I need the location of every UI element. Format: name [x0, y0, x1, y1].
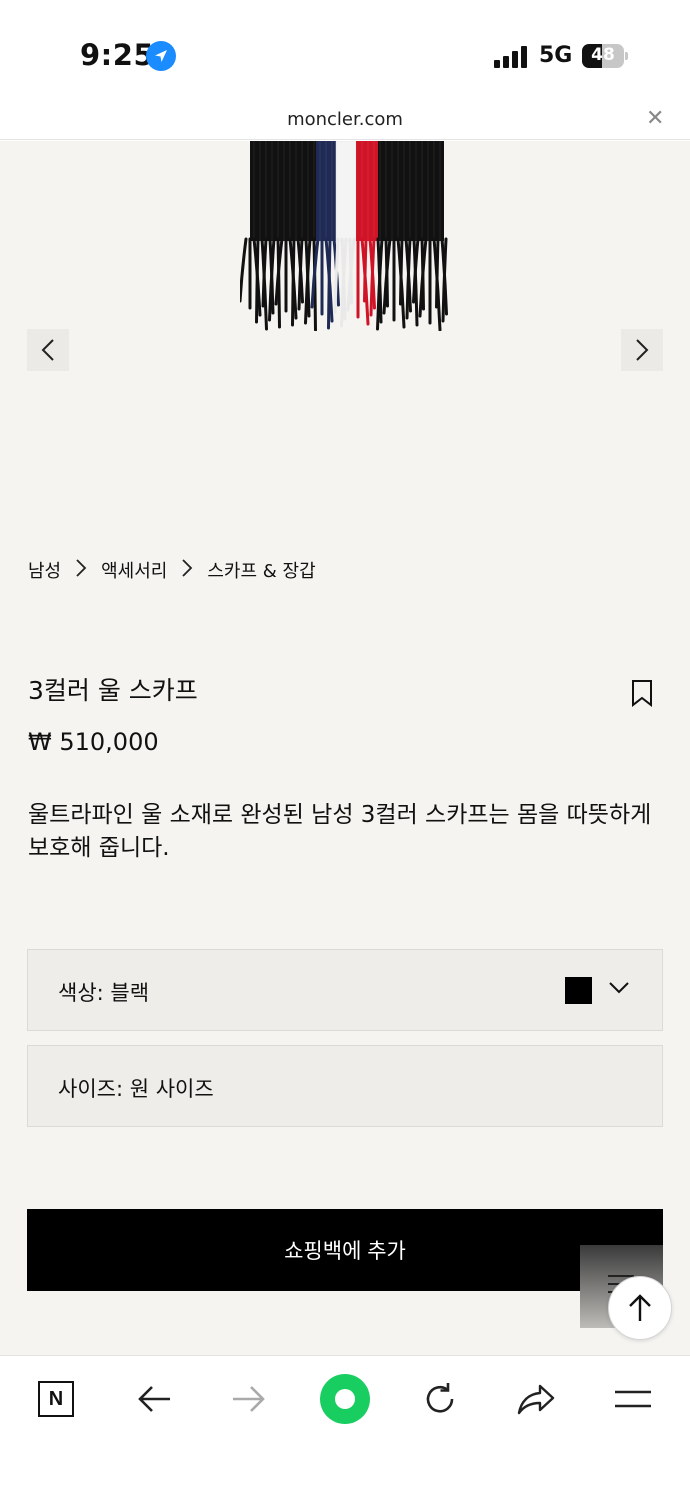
arrow-up-icon — [629, 1294, 651, 1321]
chevron-down-icon — [608, 980, 630, 999]
color-swatch — [565, 977, 592, 1004]
size-label: 사이즈: 원 사이즈 — [58, 1077, 214, 1101]
naver-n-button[interactable]: N — [26, 1374, 86, 1424]
product-image[interactable] — [238, 141, 455, 332]
battery-icon: 48 — [582, 44, 628, 68]
menu-button[interactable] — [603, 1374, 663, 1424]
battery-percent: 48 — [591, 45, 615, 65]
breadcrumb-item-scarves-gloves[interactable]: 스카프 & 장갑 — [207, 557, 315, 583]
add-to-bag-button[interactable]: 쇼핑백에 추가 — [27, 1209, 663, 1291]
chevron-right-icon — [636, 339, 649, 361]
share-icon — [517, 1384, 555, 1415]
home-button[interactable] — [315, 1374, 375, 1424]
carousel-next-button[interactable] — [621, 329, 663, 371]
reload-button[interactable] — [410, 1374, 470, 1424]
green-dot-icon — [320, 1374, 370, 1424]
scroll-to-top-button[interactable] — [608, 1276, 672, 1340]
back-button[interactable] — [124, 1374, 184, 1424]
chevron-right-icon — [181, 558, 193, 583]
status-bar: 9:25 5G 48 — [0, 0, 690, 100]
breadcrumb: 남성 액세서리 스카프 & 장갑 — [28, 557, 316, 583]
arrow-left-icon — [138, 1386, 170, 1412]
address-domain[interactable]: moncler.com — [0, 109, 690, 130]
arrow-right-icon — [233, 1386, 265, 1412]
bookmark-button[interactable] — [631, 679, 653, 711]
hamburger-icon — [615, 1390, 651, 1408]
forward-button[interactable] — [219, 1374, 279, 1424]
cellular-signal-icon — [494, 46, 530, 68]
close-icon[interactable]: ✕ — [646, 106, 664, 131]
bookmark-icon — [632, 680, 652, 708]
n-icon: N — [38, 1381, 74, 1417]
share-button[interactable] — [506, 1374, 566, 1424]
carousel-prev-button[interactable] — [27, 329, 69, 371]
size-selector[interactable]: 사이즈: 원 사이즈 — [27, 1045, 663, 1127]
address-bar[interactable]: moncler.com ✕ — [0, 100, 690, 140]
location-arrow-icon — [146, 41, 176, 71]
reload-icon — [426, 1383, 454, 1413]
product-price: ₩ 510,000 — [28, 728, 159, 756]
breadcrumb-item-accessories[interactable]: 액세서리 — [101, 557, 167, 583]
status-time: 9:25 — [80, 38, 155, 72]
browser-toolbar: N — [0, 1355, 690, 1500]
chevron-left-icon — [41, 339, 54, 361]
product-description: 울트라파인 울 소재로 완성된 남성 3컬러 스카프는 몸을 따뜻하게 보호해 … — [28, 802, 652, 861]
network-label: 5G — [539, 43, 573, 68]
product-title: 3컬러 울 스카프 — [28, 676, 198, 705]
product-page: 남성 액세서리 스카프 & 장갑 3컬러 울 스카프 ₩ 510,000 울트라… — [0, 141, 690, 1355]
chevron-right-icon — [75, 558, 87, 583]
color-selector[interactable]: 색상: 블랙 — [27, 949, 663, 1031]
breadcrumb-item-men[interactable]: 남성 — [28, 557, 61, 583]
color-label: 색상: 블랙 — [58, 981, 150, 1005]
